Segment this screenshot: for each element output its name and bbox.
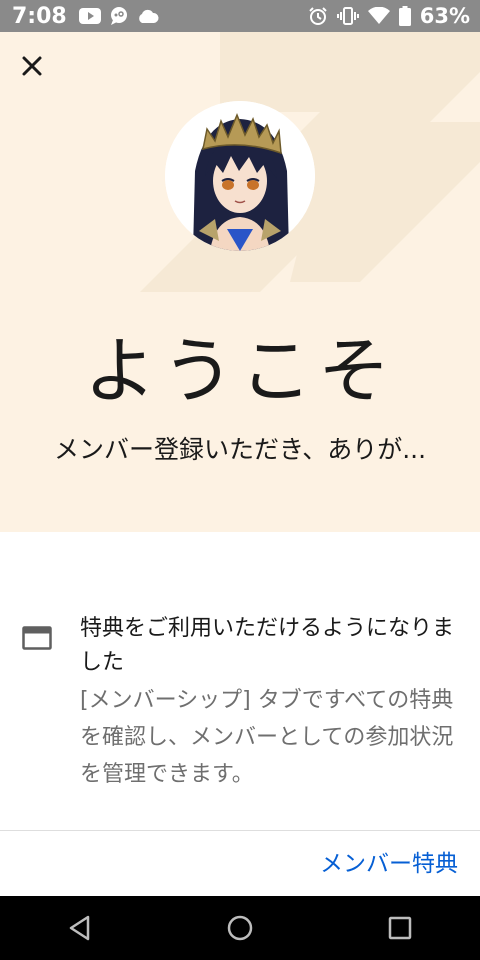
cloud-icon: [137, 8, 159, 24]
benefit-title: 特典をご利用いただけるようになりました: [80, 616, 455, 675]
welcome-hero: ようこそ メンバー登録いただき、ありが...: [0, 32, 480, 532]
vibrate-icon: [336, 6, 359, 26]
status-bar: 7:08 63%: [0, 0, 480, 32]
channel-avatar: [165, 101, 315, 251]
notification-icons: [78, 6, 159, 26]
benefit-description: [メンバーシップ] タブですべての特典を確認し、メンバーとしての参加状況を管理で…: [80, 688, 454, 787]
chat-bubble-icon: [109, 6, 129, 26]
back-triangle-icon: [69, 915, 90, 941]
close-icon: [22, 56, 42, 76]
back-button[interactable]: [50, 898, 110, 958]
status-time: 7:08: [12, 3, 67, 29]
battery-icon: [398, 6, 411, 26]
welcome-title: ようこそ: [83, 329, 396, 413]
close-button[interactable]: [14, 48, 50, 84]
picture-in-picture-icon: [22, 626, 52, 654]
battery-percentage: 63%: [419, 4, 470, 28]
home-button[interactable]: [210, 898, 270, 958]
recents-square-icon: [388, 916, 412, 940]
wifi-icon: [367, 7, 390, 25]
member-benefits-button[interactable]: メンバー特典: [320, 847, 458, 881]
recents-button[interactable]: [370, 898, 430, 958]
home-circle-icon: [227, 915, 253, 941]
system-status-icons: 63%: [308, 4, 470, 28]
divider: [0, 830, 480, 831]
anime-character-image: [165, 101, 315, 251]
welcome-subtitle: メンバー登録いただき、ありが...: [53, 435, 427, 464]
system-navigation-bar: [0, 896, 480, 960]
alarm-icon: [308, 6, 328, 26]
youtube-icon: [78, 8, 101, 24]
